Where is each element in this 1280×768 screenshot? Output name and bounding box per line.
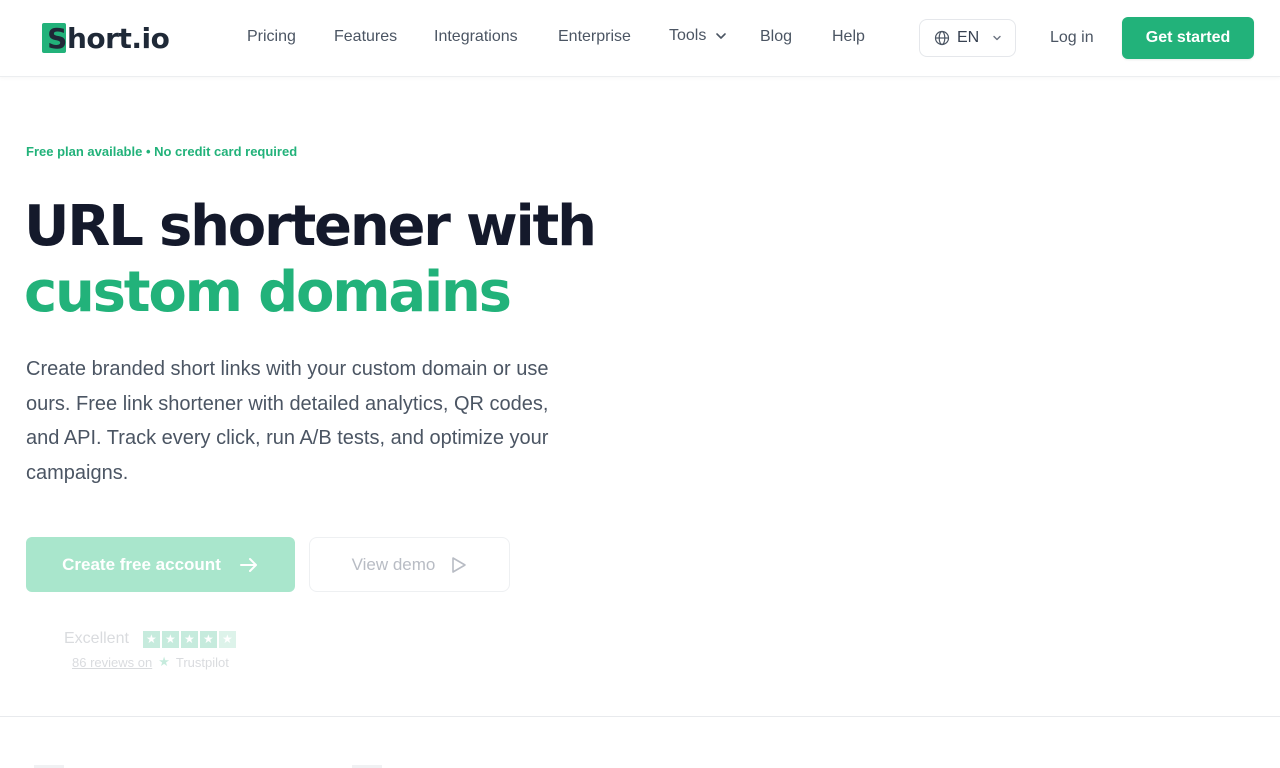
view-demo-label: View demo <box>351 554 436 574</box>
trustpilot-widget[interactable]: Excellent ★ ★ ★ ★ ★ 86 reviews on ★ Trus… <box>64 630 236 670</box>
hero-eyebrow: Free plan available • No credit card req… <box>26 144 298 159</box>
nav-tools-label: Tools <box>669 27 707 44</box>
nav-help[interactable]: Help <box>832 28 865 46</box>
chevron-down-icon <box>993 35 1001 41</box>
site-header: Short.io Pricing Features Integrations E… <box>0 0 1280 77</box>
logo-mark: S <box>42 22 67 55</box>
rating-label: Excellent <box>64 630 129 647</box>
star-icon: ★ <box>218 630 236 648</box>
rating-stars: ★ ★ ★ ★ ★ <box>142 630 236 648</box>
nav-blog[interactable]: Blog <box>760 28 792 46</box>
nav-integrations[interactable]: Integrations <box>434 28 518 46</box>
nav-tools[interactable]: Tools <box>669 27 727 45</box>
hero-title-line1: URL shortener with <box>24 194 597 259</box>
play-icon <box>452 556 467 573</box>
create-account-label: Create free account <box>62 554 221 574</box>
language-selector[interactable]: EN <box>919 19 1016 57</box>
view-demo-button[interactable]: View demo <box>309 537 510 592</box>
trustpilot-label: Trustpilot <box>175 654 229 670</box>
login-link[interactable]: Log in <box>1050 29 1094 47</box>
star-icon: ★ <box>199 630 217 648</box>
language-label: EN <box>957 29 980 46</box>
brand-logo[interactable]: Short.io <box>42 20 170 56</box>
section-divider <box>0 716 1280 717</box>
hero-description: Create branded short links with your cus… <box>26 358 549 484</box>
page: Short.io Pricing Features Integrations E… <box>0 0 1280 768</box>
star-icon: ★ <box>180 630 198 648</box>
chevron-down-icon <box>716 32 726 39</box>
nav-enterprise[interactable]: Enterprise <box>558 28 631 46</box>
star-icon: ★ <box>142 630 160 648</box>
create-account-button[interactable]: Create free account <box>26 537 295 592</box>
hero-title-line2: custom domains <box>24 260 512 325</box>
get-started-button[interactable]: Get started <box>1122 17 1254 59</box>
nav-pricing[interactable]: Pricing <box>247 28 296 46</box>
reviews-link[interactable]: 86 reviews on <box>72 655 152 670</box>
trustpilot-star-icon: ★ <box>158 654 170 669</box>
star-icon: ★ <box>161 630 179 648</box>
hero-title: URL shortener with custom domains <box>24 194 624 326</box>
arrow-right-icon <box>239 557 257 572</box>
logo-text: hort.io <box>67 21 170 55</box>
globe-icon <box>934 30 950 46</box>
nav-features[interactable]: Features <box>334 28 397 46</box>
